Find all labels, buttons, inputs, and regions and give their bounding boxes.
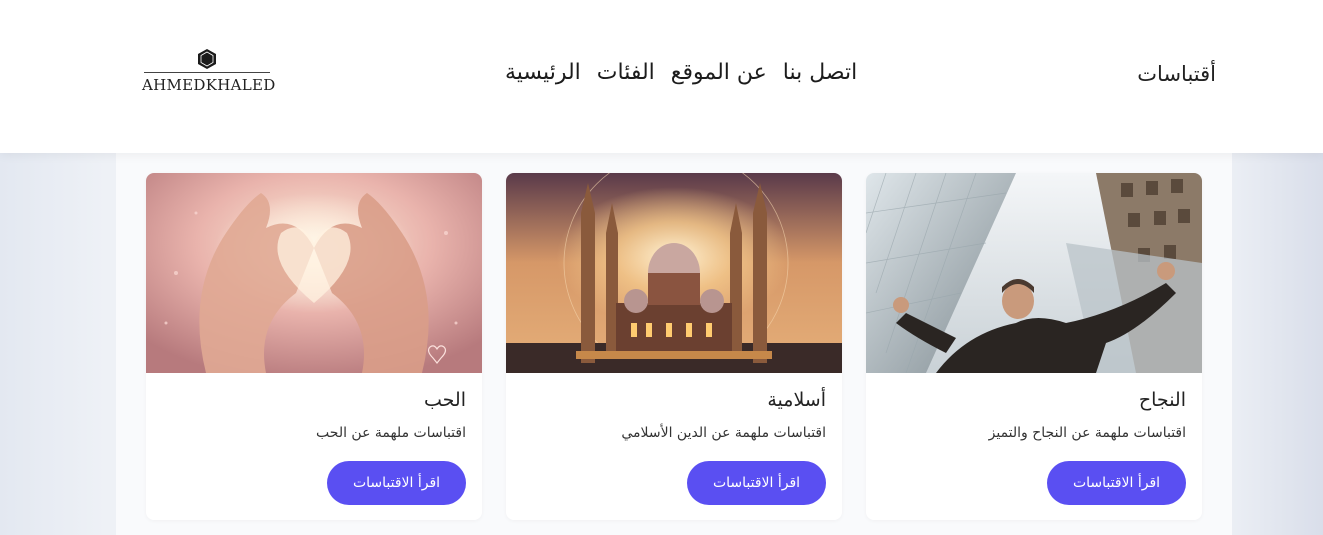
read-quotes-button[interactable]: اقرأ الاقتباسات bbox=[327, 461, 466, 505]
nav-categories[interactable]: الفئات bbox=[597, 60, 655, 85]
logo[interactable]: AHMEDKHALED bbox=[142, 48, 276, 100]
site-header: أقتباسات الرئيسية الفئات عن الموقع اتصل … bbox=[0, 0, 1323, 153]
card-description: اقتباسات ملهمة عن النجاح والتميز bbox=[988, 425, 1186, 441]
main-nav: الرئيسية الفئات عن الموقع اتصل بنا bbox=[505, 60, 857, 85]
success-man-skyscrapers-image bbox=[866, 173, 1202, 373]
card-title: أسلامية bbox=[767, 389, 826, 411]
mosque-sunset-image bbox=[506, 173, 842, 373]
category-card-islamic[interactable]: أسلامية اقتباسات ملهمة عن الدين الأسلامي… bbox=[506, 173, 842, 520]
site-title[interactable]: أقتباسات bbox=[1137, 62, 1216, 86]
card-title: النجاح bbox=[1138, 389, 1186, 411]
nav-about[interactable]: عن الموقع bbox=[671, 60, 767, 85]
read-quotes-button[interactable]: اقرأ الاقتباسات bbox=[1047, 461, 1186, 505]
read-quotes-button[interactable]: اقرأ الاقتباسات bbox=[687, 461, 826, 505]
logo-hexagon-icon bbox=[198, 49, 216, 69]
nav-contact[interactable]: اتصل بنا bbox=[783, 60, 857, 85]
card-title: الحب bbox=[424, 389, 466, 411]
card-description: اقتباسات ملهمة عن الحب bbox=[316, 425, 466, 441]
nav-home[interactable]: الرئيسية bbox=[505, 60, 581, 85]
logo-divider bbox=[144, 72, 270, 73]
category-card-love[interactable]: الحب اقتباسات ملهمة عن الحب اقرأ الاقتبا… bbox=[146, 173, 482, 520]
category-card-success[interactable]: النجاح اقتباسات ملهمة عن النجاح والتميز … bbox=[866, 173, 1202, 520]
card-description: اقتباسات ملهمة عن الدين الأسلامي bbox=[621, 425, 826, 441]
logo-text: AHMEDKHALED bbox=[142, 76, 276, 94]
hands-heart-image bbox=[146, 173, 482, 373]
